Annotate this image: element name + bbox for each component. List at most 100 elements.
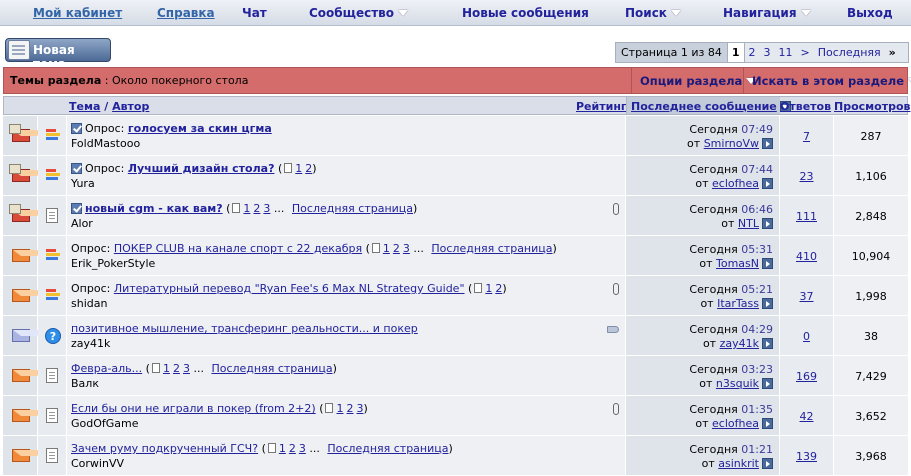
- last-post-user-link[interactable]: ItarTass: [717, 297, 759, 310]
- thread-author[interactable]: Валк: [71, 377, 99, 390]
- page-link[interactable]: 3: [299, 442, 306, 455]
- replies-count-link[interactable]: 169: [780, 370, 833, 383]
- page-link[interactable]: 1: [279, 442, 286, 455]
- last-page-link[interactable]: Последняя: [814, 43, 885, 62]
- sort-by-views[interactable]: Просмотров: [834, 100, 910, 113]
- thread-title-link[interactable]: новый cgm - как вам?: [85, 202, 223, 215]
- thread-title-link[interactable]: ПОКЕР CLUB на канале спорт с 22 декабря: [114, 242, 362, 255]
- replies-count-link[interactable]: 139: [780, 450, 833, 463]
- last-page-link[interactable]: Последняя страница: [327, 442, 448, 455]
- page-link[interactable]: 1: [295, 162, 302, 175]
- nav-my-cabinet[interactable]: Мой кабинет: [33, 6, 122, 20]
- page-link[interactable]: 1: [383, 242, 390, 255]
- new-document-icon: [8, 40, 30, 60]
- nav-chat[interactable]: Чат: [242, 6, 267, 20]
- page-link[interactable]: 3: [183, 362, 190, 375]
- views-cell: 287: [834, 116, 908, 155]
- new-posts-envelope-icon: [12, 369, 45, 382]
- table-row: Опрос: Лучший дизайн стола? (1 2) Yura Се…: [3, 156, 908, 196]
- poll-prefix: Опрос:: [85, 122, 125, 135]
- page-link[interactable]: 2: [173, 362, 180, 375]
- last-post-user-link[interactable]: zay41k: [720, 337, 759, 350]
- page-link[interactable]: 3: [263, 202, 270, 215]
- views-count: 287: [860, 130, 882, 143]
- thread-title-link[interactable]: голосуем за скин цгма: [128, 122, 272, 135]
- page-link[interactable]: 2: [289, 442, 296, 455]
- page-link[interactable]: 3: [760, 43, 775, 62]
- next-page-link[interactable]: >: [797, 43, 814, 62]
- thread-author[interactable]: FoldMastooo: [71, 137, 140, 150]
- page-link[interactable]: 1: [163, 362, 170, 375]
- replies-count-link[interactable]: 111: [780, 210, 833, 223]
- sort-by-rating[interactable]: Рейтинг: [576, 100, 627, 113]
- thread-title-link[interactable]: Если бы они не играли в покер (from 2+2): [71, 402, 316, 415]
- page-link[interactable]: 1: [485, 282, 492, 295]
- thread-title-link[interactable]: Февра-аль...: [71, 362, 142, 375]
- nav-navigation[interactable]: Навигация: [723, 6, 811, 20]
- thread-title-link[interactable]: Лучший дизайн стола?: [128, 162, 275, 175]
- go-to-last-post-icon[interactable]: [762, 258, 773, 269]
- replies-count-link[interactable]: 410: [780, 250, 833, 263]
- nav-help[interactable]: Справка: [157, 6, 215, 20]
- last-post-user-link[interactable]: eclofhea: [712, 177, 759, 190]
- last-post-user-link[interactable]: TomasN: [716, 257, 759, 270]
- thread-title-link[interactable]: Литературный перевод "Ryan Fee's 6 Max N…: [114, 282, 465, 295]
- go-to-last-post-icon[interactable]: [762, 138, 773, 149]
- go-to-last-post-icon[interactable]: [762, 178, 773, 189]
- page-link[interactable]: 1: [336, 402, 343, 415]
- go-to-last-post-icon[interactable]: [762, 378, 773, 389]
- status-cell: [3, 156, 45, 195]
- last-post-date: Сегодня: [689, 323, 738, 336]
- page-link[interactable]: 11: [775, 43, 797, 62]
- last-post-user-link[interactable]: eclofhea: [712, 417, 759, 430]
- nav-community[interactable]: Сообщество: [309, 6, 408, 20]
- nav-new-posts[interactable]: Новые сообщения: [462, 6, 589, 20]
- last-page-link[interactable]: Последняя страница: [431, 242, 552, 255]
- last-post-user-link[interactable]: NTL: [738, 217, 759, 230]
- page-link[interactable]: 2: [745, 43, 760, 62]
- section-options-menu[interactable]: Опции раздела: [631, 68, 757, 93]
- last-page-link[interactable]: Последняя страница: [292, 202, 413, 215]
- sort-by-last-post[interactable]: Последнее сообщение: [631, 100, 791, 113]
- replies-count-link[interactable]: 7: [780, 130, 833, 143]
- sort-by-topic[interactable]: Тема: [69, 100, 100, 113]
- thread-author[interactable]: shidan: [71, 297, 107, 310]
- thread-author[interactable]: zay41k: [71, 337, 110, 350]
- last-page-link[interactable]: Последняя страница: [211, 362, 332, 375]
- last-post-date: Сегодня: [689, 203, 738, 216]
- page-link[interactable]: 2: [305, 162, 312, 175]
- last-post-cell: Сегодня 07:49 от SmirnoVw: [626, 116, 779, 155]
- thread-title-link[interactable]: позитивное мышление, трансферинг реально…: [71, 322, 418, 335]
- topic-cell: Опрос: Лучший дизайн стола? (1 2) Yura: [67, 156, 625, 195]
- nav-logout[interactable]: Выход: [847, 6, 893, 20]
- replies-count-link[interactable]: 23: [780, 170, 833, 183]
- last-post-cell: Сегодня 01:21 от asinkrit: [626, 436, 779, 475]
- thread-author[interactable]: Yura: [71, 177, 95, 190]
- search-section-menu[interactable]: Искать в этом разделе: [743, 68, 911, 93]
- sort-by-replies[interactable]: Ответов: [780, 100, 831, 113]
- page-link[interactable]: 2: [393, 242, 400, 255]
- go-to-last-post-icon[interactable]: [762, 418, 773, 429]
- go-to-last-post-icon[interactable]: [762, 338, 773, 349]
- thread-author[interactable]: Erik_PokerStyle: [71, 257, 155, 270]
- thread-author[interactable]: GodOfGame: [71, 417, 139, 430]
- page-link[interactable]: 2: [346, 402, 353, 415]
- replies-count-link[interactable]: 0: [780, 330, 833, 343]
- thread-title-link[interactable]: Зачем руму подкрученный ГСЧ?: [71, 442, 258, 455]
- nav-search[interactable]: Поиск: [625, 6, 681, 20]
- sort-by-author[interactable]: Автор: [112, 100, 149, 113]
- replies-count-link[interactable]: 42: [780, 410, 833, 423]
- page-link[interactable]: 3: [403, 242, 410, 255]
- page-link[interactable]: 1: [243, 202, 250, 215]
- last-post-user-link[interactable]: n3squik: [716, 377, 759, 390]
- replies-count-link[interactable]: 37: [780, 290, 833, 303]
- page-link[interactable]: 2: [253, 202, 260, 215]
- last-page-arrow-icon[interactable]: »: [885, 43, 900, 62]
- last-post-user-link[interactable]: SmirnoVw: [704, 137, 759, 150]
- go-to-last-post-icon[interactable]: [762, 218, 773, 229]
- go-to-last-post-icon[interactable]: [762, 298, 773, 309]
- new-thread-button[interactable]: Новая тема: [5, 38, 111, 71]
- page-link[interactable]: 3: [356, 402, 363, 415]
- thread-author[interactable]: Alor: [71, 217, 93, 230]
- page-link[interactable]: 2: [495, 282, 502, 295]
